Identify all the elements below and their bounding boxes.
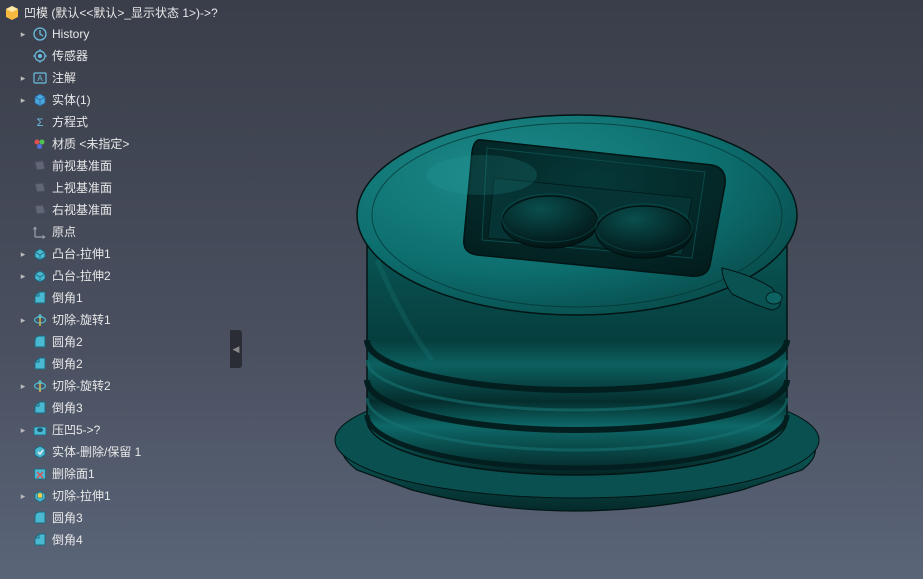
tree-item[interactable]: ▸ History bbox=[0, 23, 230, 45]
sensor-icon bbox=[32, 48, 48, 64]
revolvecut-icon bbox=[32, 378, 48, 394]
tree-item[interactable]: 倒角2 bbox=[0, 353, 230, 375]
chevron-left-icon: ◀ bbox=[233, 344, 240, 355]
tree-item-label: 前视基准面 bbox=[52, 157, 112, 175]
tree-item[interactable]: 材质 <未指定> bbox=[0, 133, 230, 155]
tree-item[interactable]: 传感器 bbox=[0, 45, 230, 67]
tree-item[interactable]: ▸ 切除-旋转2 bbox=[0, 375, 230, 397]
tree-item[interactable]: 圆角3 bbox=[0, 507, 230, 529]
tree-item[interactable]: Σ 方程式 bbox=[0, 111, 230, 133]
expand-arrow-icon[interactable]: ▸ bbox=[18, 487, 28, 505]
tree-item[interactable]: 倒角4 bbox=[0, 529, 230, 551]
plane-icon bbox=[32, 202, 48, 218]
tree-item-label: 凸台-拉伸1 bbox=[52, 245, 111, 263]
part-icon bbox=[4, 5, 20, 21]
tree-item-label: 倒角3 bbox=[52, 399, 83, 417]
bodykeep-icon bbox=[32, 444, 48, 460]
tree-item-label: 实体(1) bbox=[52, 91, 91, 109]
expand-arrow-icon[interactable]: ▸ bbox=[18, 69, 28, 87]
chamfer-icon bbox=[32, 400, 48, 416]
extrudecut-icon bbox=[32, 488, 48, 504]
expand-arrow-icon[interactable]: ▸ bbox=[18, 267, 28, 285]
tree-item-label: 倒角4 bbox=[52, 531, 83, 549]
tree-item[interactable]: ▸ 凸台-拉伸1 bbox=[0, 243, 230, 265]
tree-item[interactable]: 实体-删除/保留 1 bbox=[0, 441, 230, 463]
tree-item-label: 实体-删除/保留 1 bbox=[52, 443, 141, 461]
svg-text:A: A bbox=[37, 74, 43, 83]
annotation-icon: A bbox=[32, 70, 48, 86]
expand-arrow-icon[interactable]: ▸ bbox=[18, 91, 28, 109]
tree-item-label: 原点 bbox=[52, 223, 76, 241]
tree-item-label: 凸台-拉伸2 bbox=[52, 267, 111, 285]
tree-item[interactable]: 圆角2 bbox=[0, 331, 230, 353]
tree-item-label: 压凹5->? bbox=[52, 421, 100, 439]
tree-item[interactable]: 删除面1 bbox=[0, 463, 230, 485]
tree-item-label: 圆角3 bbox=[52, 509, 83, 527]
model-render bbox=[282, 20, 872, 560]
equation-icon: Σ bbox=[32, 114, 48, 130]
tree-item[interactable]: 倒角1 bbox=[0, 287, 230, 309]
tree-item[interactable]: ▸ A 注解 bbox=[0, 67, 230, 89]
origin-icon bbox=[32, 224, 48, 240]
fillet-icon bbox=[32, 334, 48, 350]
revolvecut-icon bbox=[32, 312, 48, 328]
indent-icon bbox=[32, 422, 48, 438]
tree-item[interactable]: 倒角3 bbox=[0, 397, 230, 419]
extrude-icon bbox=[32, 268, 48, 284]
tree-item-label: 材质 <未指定> bbox=[52, 135, 129, 153]
fillet-icon bbox=[32, 510, 48, 526]
history-icon bbox=[32, 26, 48, 42]
chamfer-icon bbox=[32, 356, 48, 372]
extrude-icon bbox=[32, 246, 48, 262]
tree-item-label: 圆角2 bbox=[52, 333, 83, 351]
expand-arrow-icon[interactable]: ▸ bbox=[18, 245, 28, 263]
solid-icon bbox=[32, 92, 48, 108]
tree-item[interactable]: ▸ 切除-拉伸1 bbox=[0, 485, 230, 507]
tree-item[interactable]: 前视基准面 bbox=[0, 155, 230, 177]
tree-item-label: History bbox=[52, 25, 89, 43]
expand-arrow-icon[interactable]: ▸ bbox=[18, 377, 28, 395]
tree-item-label: 传感器 bbox=[52, 47, 88, 65]
tree-root-item[interactable]: 凹模 (默认<<默认>_显示状态 1>)->? bbox=[0, 2, 230, 23]
tree-item-label: 右视基准面 bbox=[52, 201, 112, 219]
expand-arrow-icon[interactable]: ▸ bbox=[18, 311, 28, 329]
plane-icon bbox=[32, 180, 48, 196]
panel-collapse-handle[interactable]: ◀ bbox=[230, 330, 242, 368]
chamfer-icon bbox=[32, 532, 48, 548]
deleteface-icon bbox=[32, 466, 48, 482]
tree-item[interactable]: ▸ 凸台-拉伸2 bbox=[0, 265, 230, 287]
svg-text:Σ: Σ bbox=[37, 117, 44, 129]
tree-item[interactable]: ▸ 切除-旋转1 bbox=[0, 309, 230, 331]
feature-tree-panel: 凹模 (默认<<默认>_显示状态 1>)->? ▸History传感器▸A注解▸… bbox=[0, 0, 230, 579]
tree-item-label: 倒角1 bbox=[52, 289, 83, 307]
tree-root-label: 凹模 (默认<<默认>_显示状态 1>)->? bbox=[24, 4, 218, 21]
chamfer-icon bbox=[32, 290, 48, 306]
plane-icon bbox=[32, 158, 48, 174]
tree-item[interactable]: 原点 bbox=[0, 221, 230, 243]
material-icon bbox=[32, 136, 48, 152]
tree-item-label: 删除面1 bbox=[52, 465, 95, 483]
tree-item[interactable]: 右视基准面 bbox=[0, 199, 230, 221]
expand-arrow-icon[interactable]: ▸ bbox=[18, 25, 28, 43]
tree-item[interactable]: ▸ 压凹5->? bbox=[0, 419, 230, 441]
tree-item[interactable]: 上视基准面 bbox=[0, 177, 230, 199]
tree-item-label: 上视基准面 bbox=[52, 179, 112, 197]
tree-item-label: 切除-拉伸1 bbox=[52, 487, 111, 505]
tree-item-label: 方程式 bbox=[52, 113, 88, 131]
tree-item[interactable]: ▸ 实体(1) bbox=[0, 89, 230, 111]
expand-arrow-icon[interactable]: ▸ bbox=[18, 421, 28, 439]
tree-item-label: 切除-旋转1 bbox=[52, 311, 111, 329]
tree-item-label: 倒角2 bbox=[52, 355, 83, 373]
tree-item-label: 切除-旋转2 bbox=[52, 377, 111, 395]
viewport-3d[interactable]: ◀ bbox=[230, 0, 923, 579]
tree-item-label: 注解 bbox=[52, 69, 76, 87]
